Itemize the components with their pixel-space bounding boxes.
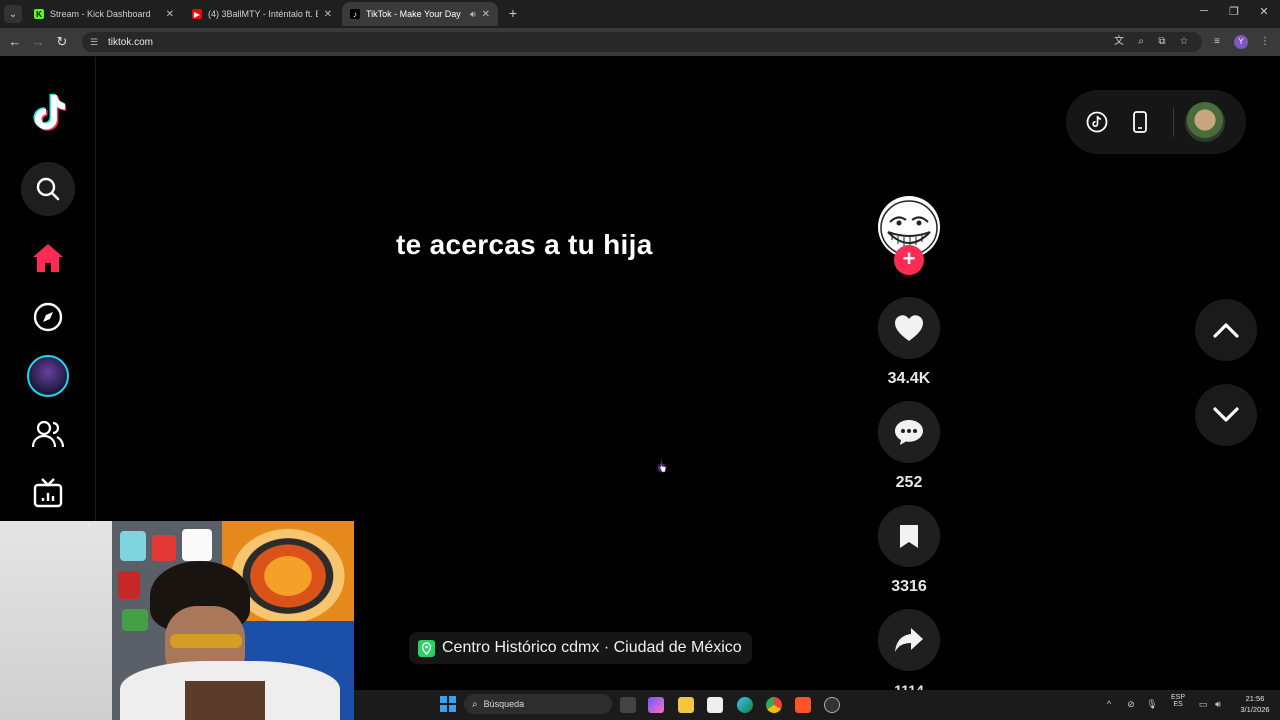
- home-button[interactable]: [21, 231, 75, 285]
- live-button[interactable]: [21, 466, 75, 520]
- site-info-icon[interactable]: ☰: [88, 36, 100, 48]
- tiktok-icon: ♪: [350, 9, 360, 19]
- home-icon: [33, 244, 63, 272]
- like-button[interactable]: [878, 297, 940, 359]
- previous-video-button[interactable]: [1195, 299, 1257, 361]
- tab-search-button[interactable]: ⌄: [4, 5, 22, 23]
- share-arrow-icon: [895, 628, 923, 652]
- comment-count: 252: [895, 474, 923, 491]
- kick-icon: K: [34, 9, 44, 19]
- chevron-down-icon: [1213, 407, 1239, 422]
- tab-title: (4) 3BallMTY - Inténtalo ft. El Be: [208, 9, 318, 19]
- browser-tab-strip: ⌄ K Stream - Kick Dashboard ✕ ▶ (4) 3Bal…: [0, 0, 1280, 28]
- copilot-icon[interactable]: [648, 697, 664, 713]
- translate-icon[interactable]: 文: [1112, 35, 1126, 49]
- reload-button[interactable]: ↻: [54, 34, 70, 50]
- back-button[interactable]: ←: [7, 34, 23, 50]
- close-window-icon[interactable]: ✕: [1256, 5, 1272, 18]
- volume-icon[interactable]: 🔊︎: [1212, 698, 1224, 710]
- close-icon[interactable]: ✕: [324, 9, 332, 20]
- bookmark-star-icon[interactable]: ☆: [1177, 35, 1191, 49]
- brave-icon[interactable]: [795, 697, 811, 713]
- following-avatar[interactable]: [27, 355, 69, 397]
- get-app-icon[interactable]: [1128, 110, 1152, 134]
- taskbar-search-text: Búsqueda: [483, 699, 525, 709]
- youtube-icon: ▶: [192, 9, 202, 19]
- tab-title: Stream - Kick Dashboard: [50, 9, 151, 19]
- edge-icon[interactable]: [737, 697, 753, 713]
- taskbar-search[interactable]: ⌕ Búsqueda: [464, 694, 612, 714]
- reading-list-icon[interactable]: ≡: [1210, 35, 1224, 49]
- browser-toolbar: ← → ↻ ☰ tiktok.com 文 ⌕ ⧉ ☆ ≡ Y ⋮: [0, 28, 1280, 56]
- friends-icon: [32, 420, 64, 448]
- search-icon: ⌕: [472, 698, 478, 710]
- location-chip[interactable]: Centro Histórico cdmx · Ciudad de México: [409, 632, 752, 664]
- webcam-jacket: [185, 681, 265, 720]
- comment-icon: [895, 420, 923, 445]
- divider: [1173, 107, 1174, 137]
- taskbar-clock[interactable]: 21:56 3/1/2026: [1238, 693, 1272, 715]
- close-icon[interactable]: ✕: [482, 9, 490, 20]
- webcam-wall: [0, 521, 112, 720]
- compass-icon: [33, 302, 63, 332]
- video-caption: te acercas a tu hija: [396, 229, 653, 260]
- search-icon: [36, 177, 60, 201]
- url-text: tiktok.com: [108, 36, 154, 48]
- tiktok-logo-icon[interactable]: [30, 93, 66, 131]
- microphone-icon[interactable]: 🎙︎: [1146, 698, 1158, 710]
- language-sub: ES: [1173, 701, 1183, 708]
- address-bar[interactable]: ☰ tiktok.com: [82, 32, 1202, 52]
- location-text: Centro Histórico cdmx · Ciudad de México: [442, 639, 742, 656]
- live-tv-icon: [33, 478, 63, 508]
- like-count: 34.4K: [887, 370, 931, 387]
- restore-icon[interactable]: ❐: [1226, 5, 1242, 18]
- bookmark-icon: [900, 525, 918, 548]
- file-explorer-icon[interactable]: [678, 697, 694, 713]
- display-icon[interactable]: ▭: [1197, 698, 1209, 710]
- install-app-icon[interactable]: ⧉: [1155, 35, 1169, 49]
- hand-cursor-icon: [657, 457, 667, 473]
- minimize-icon[interactable]: ─: [1196, 5, 1212, 17]
- tiktok-coin-icon[interactable]: [1085, 110, 1109, 134]
- user-avatar[interactable]: [1185, 102, 1225, 142]
- share-button[interactable]: [878, 609, 940, 671]
- comment-button[interactable]: [878, 401, 940, 463]
- chrome-icon[interactable]: [766, 697, 782, 713]
- language-indicator[interactable]: ESP ES: [1168, 694, 1188, 708]
- microsoft-store-icon[interactable]: [707, 697, 723, 713]
- close-icon[interactable]: ✕: [166, 9, 174, 20]
- search-button[interactable]: [21, 162, 75, 216]
- network-off-icon[interactable]: ⊘: [1125, 698, 1137, 710]
- chevron-up-icon: [1213, 323, 1239, 338]
- zoom-icon[interactable]: ⌕: [1134, 35, 1148, 49]
- friends-button[interactable]: [21, 407, 75, 461]
- location-pin-icon: [418, 639, 435, 657]
- webcam-overlay: [0, 521, 354, 720]
- clock-date: 3/1/2026: [1240, 705, 1270, 714]
- explore-button[interactable]: [21, 290, 75, 344]
- bookmark-count: 3316: [891, 578, 927, 595]
- audio-playing-icon[interactable]: 🔊︎: [470, 9, 476, 20]
- browser-tab-tiktok[interactable]: ♪ TikTok - Make Your Day 🔊︎ ✕: [342, 2, 498, 26]
- clock-time: 21:56: [1245, 694, 1265, 703]
- share-count: 1114: [894, 682, 924, 690]
- obs-icon[interactable]: [824, 697, 840, 713]
- next-video-button[interactable]: [1195, 384, 1257, 446]
- windows-start-icon[interactable]: [440, 696, 456, 712]
- bookmark-button[interactable]: [878, 505, 940, 567]
- new-tab-button[interactable]: +: [505, 5, 521, 21]
- menu-kebab-icon[interactable]: ⋮: [1258, 35, 1272, 49]
- show-hidden-icons-icon[interactable]: ^: [1103, 698, 1115, 710]
- webcam-sunglasses: [170, 634, 242, 648]
- tab-title: TikTok - Make Your Day: [366, 9, 461, 19]
- follow-button[interactable]: +: [894, 245, 924, 275]
- browser-tab-youtube[interactable]: ▶ (4) 3BallMTY - Inténtalo ft. El Be ✕: [184, 2, 340, 26]
- forward-button[interactable]: →: [30, 34, 46, 50]
- language-code: ESP: [1170, 694, 1185, 701]
- heart-icon: [895, 315, 923, 341]
- task-view-icon[interactable]: [620, 697, 636, 713]
- profile-avatar[interactable]: Y: [1234, 35, 1248, 49]
- browser-tab-kick[interactable]: K Stream - Kick Dashboard ✕: [26, 2, 182, 26]
